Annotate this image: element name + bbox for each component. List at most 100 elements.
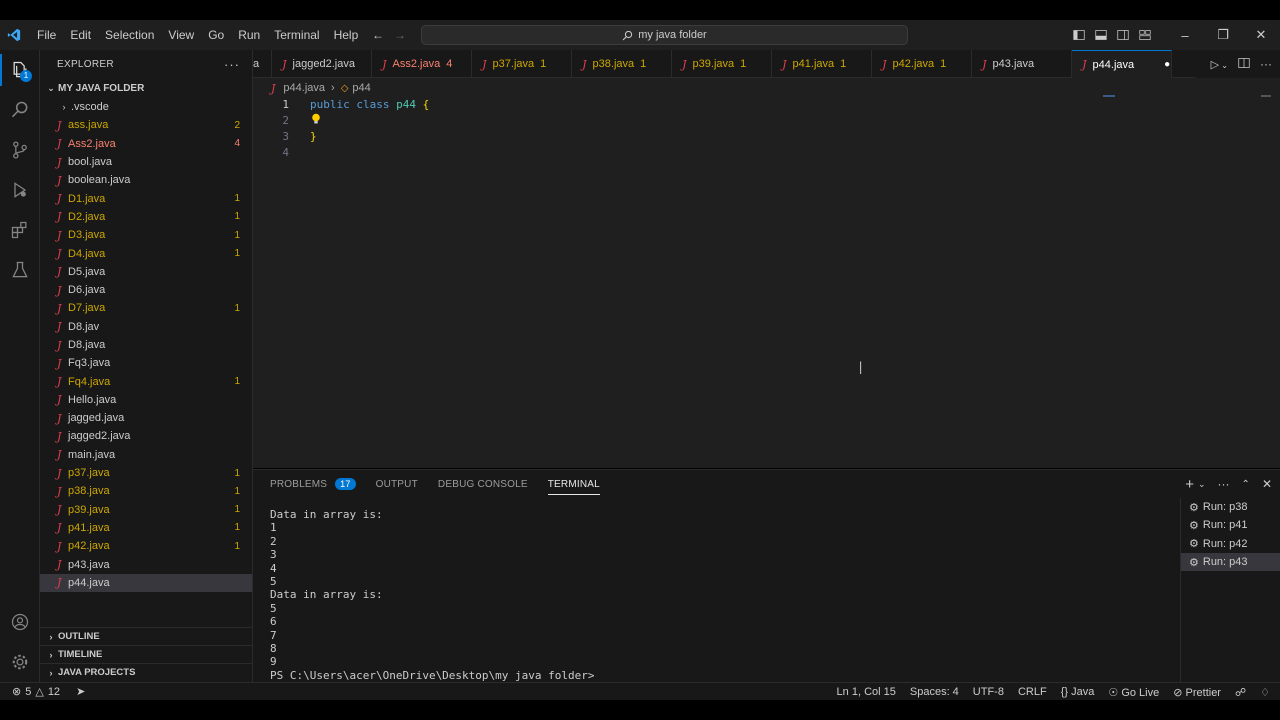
file-item[interactable]: Jp44.java	[40, 573, 252, 593]
file-item[interactable]: J D1.java 1	[40, 189, 252, 207]
file-item[interactable]: Jp38.java 1	[40, 482, 252, 500]
menu-item-selection[interactable]: Selection	[98, 20, 161, 50]
file-item[interactable]: J D4.java 1	[40, 244, 252, 262]
line-ending[interactable]: CRLF	[1018, 686, 1047, 698]
feedback-icon[interactable]: ☍	[1235, 686, 1246, 699]
section-timeline[interactable]: › TIMELINE	[40, 645, 252, 663]
file-item[interactable]: Jp37.java 1	[40, 464, 252, 482]
cursor-position[interactable]: Ln 1, Col 15	[837, 686, 896, 698]
code-editor[interactable]: 1 public class p44 { 2 3 } 4 |	[253, 95, 1280, 468]
menu-item-help[interactable]: Help	[327, 20, 366, 50]
close-window-icon[interactable]: ✕	[1242, 20, 1280, 50]
customize-layout-icon[interactable]	[1134, 20, 1156, 50]
accounts-icon[interactable]	[0, 602, 40, 642]
menu-item-view[interactable]: View	[161, 20, 201, 50]
manage-gear-icon[interactable]	[0, 642, 40, 682]
folder-item[interactable]: › .vscode	[40, 98, 252, 116]
file-item[interactable]: J D2.java 1	[40, 208, 252, 226]
tab-p42[interactable]: Jp42.java 1	[872, 50, 973, 78]
file-item[interactable]: J D8.java	[40, 336, 252, 354]
source-control-icon[interactable]	[0, 130, 40, 170]
file-item[interactable]: J Fq4.java 1	[40, 372, 252, 390]
back-arrow-icon[interactable]: ←	[372, 28, 384, 42]
maximize-panel-icon[interactable]: ⌃	[1242, 479, 1250, 490]
tab-p41[interactable]: Jp41.java 1	[772, 50, 873, 78]
file-item[interactable]: J D7.java 1	[40, 299, 252, 317]
section-java-projects[interactable]: › JAVA PROJECTS	[40, 663, 252, 681]
notifications-bell-icon[interactable]: ♢	[1260, 686, 1270, 699]
file-item[interactable]: J D3.java 1	[40, 226, 252, 244]
command-center-search[interactable]: my java folder	[421, 25, 908, 45]
new-terminal-icon[interactable]: +	[1185, 476, 1194, 493]
menu-item-terminal[interactable]: Terminal	[267, 20, 326, 50]
tab-jagged2[interactable]: Jjagged2.java	[272, 50, 373, 78]
file-item[interactable]: J D6.java	[40, 281, 252, 299]
file-item[interactable]: J Fq3.java	[40, 354, 252, 372]
menu-item-go[interactable]: Go	[201, 20, 231, 50]
tab-truncated[interactable]: a	[253, 50, 273, 78]
terminal-instance[interactable]: ⚙ Run: p38	[1181, 498, 1280, 516]
terminal-instance[interactable]: ⚙ Run: p41	[1181, 516, 1280, 534]
terminal-instance[interactable]: ⚙ Run: p42	[1181, 535, 1280, 553]
menu-item-file[interactable]: File	[30, 20, 63, 50]
tab-problems[interactable]: PROBLEMS 17	[270, 470, 356, 498]
tab-p37[interactable]: Jp37.java 1	[472, 50, 573, 78]
tab-p38[interactable]: Jp38.java 1	[572, 50, 673, 78]
prettier[interactable]: ⊘ Prettier	[1173, 686, 1221, 699]
tab-p39[interactable]: Jp39.java 1	[672, 50, 773, 78]
tab-output[interactable]: OUTPUT	[376, 470, 418, 498]
file-item[interactable]: Jp43.java	[40, 555, 252, 573]
file-item[interactable]: Jjagged2.java	[40, 427, 252, 445]
file-item[interactable]: Jp42.java 1	[40, 537, 252, 555]
more-actions-icon[interactable]: ···	[224, 57, 240, 72]
go-live[interactable]: ☉ Go Live	[1108, 686, 1159, 699]
tab-debug-console[interactable]: DEBUG CONSOLE	[438, 470, 528, 498]
tab-p44[interactable]: Jp44.java ●	[1072, 50, 1173, 78]
file-item[interactable]: Jmain.java	[40, 446, 252, 464]
menu-item-edit[interactable]: Edit	[63, 20, 98, 50]
toggle-panel-icon[interactable]	[1090, 20, 1112, 50]
forward-arrow-icon[interactable]: →	[394, 28, 406, 42]
indentation[interactable]: Spaces: 4	[910, 686, 959, 698]
more-actions-icon[interactable]: ···	[1218, 477, 1230, 491]
restore-icon[interactable]: ❐	[1204, 20, 1242, 50]
file-item[interactable]: J Hello.java	[40, 391, 252, 409]
minimize-icon[interactable]: –	[1166, 20, 1204, 50]
language-mode[interactable]: {} Java	[1061, 686, 1095, 698]
extensions-icon[interactable]	[0, 210, 40, 250]
file-item[interactable]: J D8.jav	[40, 318, 252, 336]
lightbulb-icon[interactable]	[311, 113, 321, 128]
tab-terminal[interactable]: TERMINAL	[547, 470, 601, 498]
encoding[interactable]: UTF-8	[973, 686, 1004, 698]
search-icon[interactable]	[0, 90, 40, 130]
toggle-secondary-sidebar-icon[interactable]	[1112, 20, 1134, 50]
breadcrumb-file[interactable]: p44.java	[283, 82, 325, 94]
split-editor-icon[interactable]	[1238, 57, 1250, 72]
file-item[interactable]: J D5.java	[40, 263, 252, 281]
terminal-instance[interactable]: ⚙ Run: p43	[1181, 552, 1280, 572]
breadcrumb-symbol[interactable]: p44	[352, 82, 370, 94]
status-left[interactable]: ⊗ 5 △ 12 ➤	[0, 685, 85, 699]
more-actions-icon[interactable]: ···	[1260, 57, 1272, 71]
close-panel-icon[interactable]: ✕	[1262, 477, 1272, 491]
tab-p43[interactable]: Jp43.java	[972, 50, 1073, 78]
testing-icon[interactable]	[0, 250, 40, 290]
file-item[interactable]: Jjagged.java	[40, 409, 252, 427]
explorer-icon[interactable]: 1	[0, 50, 40, 90]
run-icon[interactable]: ▷ ⌄	[1211, 58, 1228, 71]
tab-Ass2[interactable]: J Ass2.java 4	[372, 50, 473, 78]
run-debug-icon[interactable]	[0, 170, 40, 210]
toggle-primary-sidebar-icon[interactable]	[1068, 20, 1090, 50]
folder-header[interactable]: ⌄ MY JAVA FOLDER	[40, 78, 252, 98]
chevron-down-icon[interactable]: ⌄	[1198, 479, 1206, 490]
section-outline[interactable]: › OUTLINE	[40, 627, 252, 645]
file-item[interactable]: Jboolean.java	[40, 171, 252, 189]
file-item[interactable]: Jbool.java	[40, 153, 252, 171]
file-item[interactable]: Jp39.java 1	[40, 501, 252, 519]
file-item[interactable]: Jp41.java 1	[40, 519, 252, 537]
file-item[interactable]: Jass.java 2	[40, 116, 252, 134]
unsaved-dot-icon[interactable]: ●	[1164, 59, 1170, 70]
live-share-icon[interactable]: ➤	[76, 685, 85, 698]
terminal-output[interactable]: Data in array is: 1 2 3 4 5 Data in array is: 5…	[270, 508, 1170, 682]
file-item[interactable]: J Ass2.java 4	[40, 135, 252, 153]
